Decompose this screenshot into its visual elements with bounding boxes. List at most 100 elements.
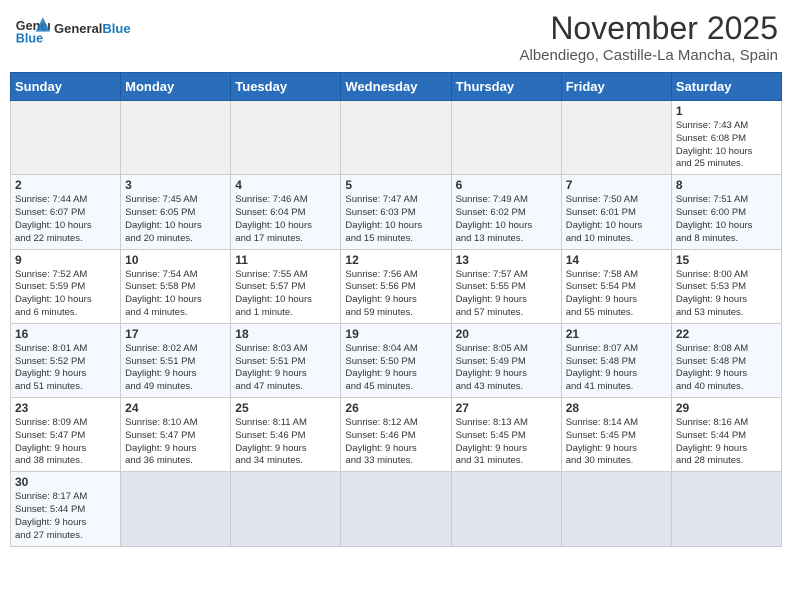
day-cell: 15 Sunrise: 8:00 AM Sunset: 5:53 PM Dayli… xyxy=(671,249,781,323)
day-number: 20 xyxy=(456,327,557,341)
day-cell: 22 Sunrise: 8:08 AM Sunset: 5:48 PM Dayli… xyxy=(671,323,781,397)
day-number: 2 xyxy=(15,178,116,192)
day-info: Sunrise: 7:57 AM Sunset: 5:55 PM Dayligh… xyxy=(456,269,557,320)
day-number: 28 xyxy=(566,401,667,415)
day-number: 17 xyxy=(125,327,226,341)
day-info: Sunrise: 7:58 AM Sunset: 5:54 PM Dayligh… xyxy=(566,269,667,320)
day-number: 24 xyxy=(125,401,226,415)
day-number: 25 xyxy=(235,401,336,415)
col-header-saturday: Saturday xyxy=(671,73,781,101)
day-number: 14 xyxy=(566,253,667,267)
empty-day-cell xyxy=(121,101,231,175)
day-number: 4 xyxy=(235,178,336,192)
day-cell: 25 Sunrise: 8:11 AM Sunset: 5:46 PM Dayli… xyxy=(231,398,341,472)
calendar-week-row: 16Sunrise: 8:01 AM Sunset: 5:52 PM Dayli… xyxy=(11,323,782,397)
location-subtitle: Albendiego, Castille-La Mancha, Spain xyxy=(520,47,779,64)
day-number: 19 xyxy=(345,327,446,341)
calendar-week-row: 9 Sunrise: 7:52 AM Sunset: 5:59 PM Daylig… xyxy=(11,249,782,323)
empty-day-cell xyxy=(451,472,561,546)
day-info: Sunrise: 7:44 AM Sunset: 6:07 PM Dayligh… xyxy=(15,194,116,245)
day-cell: 21Sunrise: 8:07 AM Sunset: 5:48 PM Dayli… xyxy=(561,323,671,397)
col-header-friday: Friday xyxy=(561,73,671,101)
day-cell: 30 Sunrise: 8:17 AM Sunset: 5:44 PM Dayli… xyxy=(11,472,121,546)
empty-day-cell xyxy=(341,472,451,546)
day-cell: 17 Sunrise: 8:02 AM Sunset: 5:51 PM Dayli… xyxy=(121,323,231,397)
day-cell: 28 Sunrise: 8:14 AM Sunset: 5:45 PM Dayli… xyxy=(561,398,671,472)
day-info: Sunrise: 7:49 AM Sunset: 6:02 PM Dayligh… xyxy=(456,194,557,245)
day-info: Sunrise: 7:43 AM Sunset: 6:08 PM Dayligh… xyxy=(676,120,777,171)
col-header-thursday: Thursday xyxy=(451,73,561,101)
day-info: Sunrise: 7:52 AM Sunset: 5:59 PM Dayligh… xyxy=(15,269,116,320)
day-info: Sunrise: 8:17 AM Sunset: 5:44 PM Dayligh… xyxy=(15,491,116,542)
svg-text:Blue: Blue xyxy=(16,31,43,45)
calendar-week-row: 30 Sunrise: 8:17 AM Sunset: 5:44 PM Dayli… xyxy=(11,472,782,546)
day-cell: 27 Sunrise: 8:13 AM Sunset: 5:45 PM Dayli… xyxy=(451,398,561,472)
day-number: 5 xyxy=(345,178,446,192)
empty-day-cell xyxy=(121,472,231,546)
day-number: 22 xyxy=(676,327,777,341)
day-info: Sunrise: 8:10 AM Sunset: 5:47 PM Dayligh… xyxy=(125,417,226,468)
empty-day-cell xyxy=(561,101,671,175)
day-info: Sunrise: 8:08 AM Sunset: 5:48 PM Dayligh… xyxy=(676,343,777,394)
day-cell: 6Sunrise: 7:49 AM Sunset: 6:02 PM Daylig… xyxy=(451,175,561,249)
empty-day-cell xyxy=(231,472,341,546)
day-cell: 3Sunrise: 7:45 AM Sunset: 6:05 PM Daylig… xyxy=(121,175,231,249)
empty-day-cell xyxy=(671,472,781,546)
day-number: 9 xyxy=(15,253,116,267)
empty-day-cell xyxy=(11,101,121,175)
day-cell: 18Sunrise: 8:03 AM Sunset: 5:51 PM Dayli… xyxy=(231,323,341,397)
logo-text: GeneralBlue xyxy=(54,21,131,36)
calendar-header-row: SundayMondayTuesdayWednesdayThursdayFrid… xyxy=(11,73,782,101)
day-cell: 26 Sunrise: 8:12 AM Sunset: 5:46 PM Dayli… xyxy=(341,398,451,472)
day-cell: 1Sunrise: 7:43 AM Sunset: 6:08 PM Daylig… xyxy=(671,101,781,175)
col-header-tuesday: Tuesday xyxy=(231,73,341,101)
day-info: Sunrise: 7:55 AM Sunset: 5:57 PM Dayligh… xyxy=(235,269,336,320)
month-title: November 2025 xyxy=(520,10,779,47)
day-info: Sunrise: 8:13 AM Sunset: 5:45 PM Dayligh… xyxy=(456,417,557,468)
day-info: Sunrise: 7:47 AM Sunset: 6:03 PM Dayligh… xyxy=(345,194,446,245)
day-cell: 2 Sunrise: 7:44 AM Sunset: 6:07 PM Daylig… xyxy=(11,175,121,249)
day-cell: 23Sunrise: 8:09 AM Sunset: 5:47 PM Dayli… xyxy=(11,398,121,472)
logo: General Blue GeneralBlue xyxy=(14,10,131,46)
day-number: 27 xyxy=(456,401,557,415)
empty-day-cell xyxy=(231,101,341,175)
day-number: 11 xyxy=(235,253,336,267)
day-info: Sunrise: 8:05 AM Sunset: 5:49 PM Dayligh… xyxy=(456,343,557,394)
day-cell: 9 Sunrise: 7:52 AM Sunset: 5:59 PM Daylig… xyxy=(11,249,121,323)
col-header-sunday: Sunday xyxy=(11,73,121,101)
day-cell: 19Sunrise: 8:04 AM Sunset: 5:50 PM Dayli… xyxy=(341,323,451,397)
day-cell: 12Sunrise: 7:56 AM Sunset: 5:56 PM Dayli… xyxy=(341,249,451,323)
day-cell: 29Sunrise: 8:16 AM Sunset: 5:44 PM Dayli… xyxy=(671,398,781,472)
day-info: Sunrise: 8:03 AM Sunset: 5:51 PM Dayligh… xyxy=(235,343,336,394)
calendar-table: SundayMondayTuesdayWednesdayThursdayFrid… xyxy=(10,72,782,547)
day-number: 26 xyxy=(345,401,446,415)
day-cell: 16Sunrise: 8:01 AM Sunset: 5:52 PM Dayli… xyxy=(11,323,121,397)
logo-icon: General Blue xyxy=(14,10,50,46)
day-cell: 20 Sunrise: 8:05 AM Sunset: 5:49 PM Dayli… xyxy=(451,323,561,397)
calendar-week-row: 2 Sunrise: 7:44 AM Sunset: 6:07 PM Daylig… xyxy=(11,175,782,249)
day-info: Sunrise: 8:00 AM Sunset: 5:53 PM Dayligh… xyxy=(676,269,777,320)
day-number: 15 xyxy=(676,253,777,267)
calendar-week-row: 23Sunrise: 8:09 AM Sunset: 5:47 PM Dayli… xyxy=(11,398,782,472)
title-area: November 2025 Albendiego, Castille-La Ma… xyxy=(520,10,779,64)
day-info: Sunrise: 7:46 AM Sunset: 6:04 PM Dayligh… xyxy=(235,194,336,245)
day-number: 10 xyxy=(125,253,226,267)
day-cell: 5 Sunrise: 7:47 AM Sunset: 6:03 PM Daylig… xyxy=(341,175,451,249)
day-info: Sunrise: 8:12 AM Sunset: 5:46 PM Dayligh… xyxy=(345,417,446,468)
day-cell: 7Sunrise: 7:50 AM Sunset: 6:01 PM Daylig… xyxy=(561,175,671,249)
day-info: Sunrise: 8:01 AM Sunset: 5:52 PM Dayligh… xyxy=(15,343,116,394)
empty-day-cell xyxy=(561,472,671,546)
day-cell: 4 Sunrise: 7:46 AM Sunset: 6:04 PM Daylig… xyxy=(231,175,341,249)
day-info: Sunrise: 8:11 AM Sunset: 5:46 PM Dayligh… xyxy=(235,417,336,468)
col-header-monday: Monday xyxy=(121,73,231,101)
day-info: Sunrise: 8:02 AM Sunset: 5:51 PM Dayligh… xyxy=(125,343,226,394)
day-info: Sunrise: 8:07 AM Sunset: 5:48 PM Dayligh… xyxy=(566,343,667,394)
page-header: General Blue GeneralBlue November 2025 A… xyxy=(10,10,782,64)
empty-day-cell xyxy=(451,101,561,175)
day-info: Sunrise: 7:56 AM Sunset: 5:56 PM Dayligh… xyxy=(345,269,446,320)
day-info: Sunrise: 8:14 AM Sunset: 5:45 PM Dayligh… xyxy=(566,417,667,468)
day-number: 30 xyxy=(15,475,116,489)
day-info: Sunrise: 8:09 AM Sunset: 5:47 PM Dayligh… xyxy=(15,417,116,468)
day-info: Sunrise: 7:51 AM Sunset: 6:00 PM Dayligh… xyxy=(676,194,777,245)
day-cell: 8Sunrise: 7:51 AM Sunset: 6:00 PM Daylig… xyxy=(671,175,781,249)
